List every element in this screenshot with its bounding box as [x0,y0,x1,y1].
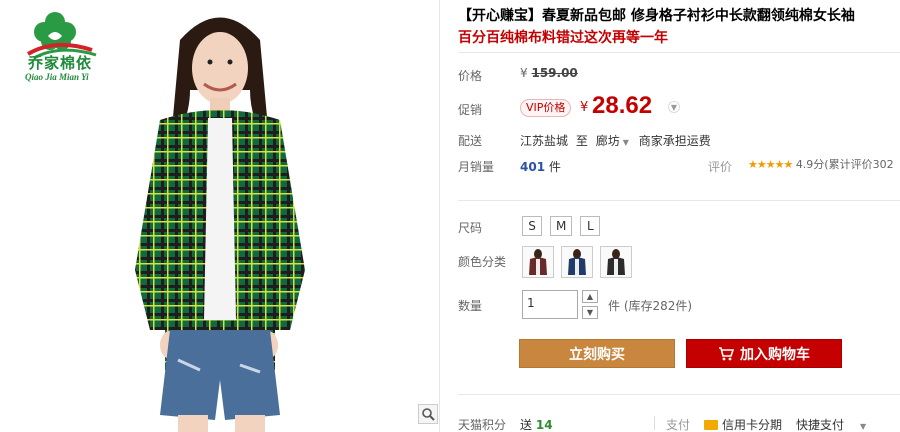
product-photo [135,17,305,432]
points-info: 送 14 [520,416,553,432]
original-price-value: 159.00 [531,66,578,80]
ship-from: 江苏盐城 [520,134,569,148]
ship-to-select[interactable]: 廊坊 [596,134,620,148]
product-subtitle: 百分百纯棉布料错过这次再等一年 [458,30,668,46]
sales-count: 401 [520,160,546,174]
points-value: 14 [535,418,553,432]
rating-summary[interactable]: ★★★★★ 4.9分(累计评价302 [748,156,894,172]
pay-card-label: 信用卡分期 [722,418,783,432]
divider [458,200,900,201]
size-option-l[interactable]: L [580,216,601,236]
shirt-dark-thumbnail [529,249,547,275]
dropdown-arrow-icon[interactable]: ▼ [860,422,866,431]
add-to-cart-button[interactable]: 加入购物车 [686,339,842,368]
price-label: 价格 [458,69,483,83]
zoom-button[interactable] [418,404,438,424]
brand-name-cn: 乔家棉依 [28,54,93,72]
product-gallery: 乔家棉依 Qiao Jia Mian Yi [0,0,440,432]
pay-label: 支付 [666,418,691,432]
points-label: 天猫积分 [458,418,507,432]
cart-icon [719,346,734,360]
quantity-input[interactable]: 1 [522,290,578,319]
quantity-decrease-button[interactable]: ▼ [582,306,598,319]
shirt-black-thumbnail [607,249,625,275]
sales-unit: 件 [548,160,561,174]
magnifier-icon [422,408,435,421]
sales-label: 月销量 [458,160,495,174]
quick-pay-dropdown[interactable]: 快捷支付 ▼ [796,416,866,432]
stock-text: 件 (库存282件) [608,299,693,313]
original-price: ¥ 159.00 [520,66,578,80]
color-option-3[interactable] [600,246,632,278]
credit-card-icon [704,419,718,430]
color-option-1[interactable] [522,246,554,278]
shipping-label: 配送 [458,134,483,148]
shipping-info: 江苏盐城 至 廊坊 ▼ 商家承担运费 [520,132,711,149]
currency-symbol: ¥ [520,66,528,80]
color-options [522,246,632,278]
product-info-panel: 【开心赚宝】春夏新品包邮 修身格子衬衫中长款翻领纯棉女长袖 百分百纯棉布料错过这… [458,0,900,432]
credit-card-installment[interactable]: 信用卡分期 [704,416,782,432]
ship-to-word: 至 [575,134,588,148]
points-prefix: 送 [520,418,533,432]
rating-label: 评价 [708,160,733,174]
quantity-label: 数量 [458,299,483,313]
add-to-cart-label: 加入购物车 [740,346,810,363]
color-category-label: 颜色分类 [458,255,507,269]
divider [654,416,655,430]
size-option-m[interactable]: M [550,216,573,236]
promo-price-value: 28.62 [592,92,653,119]
shirt-blue-thumbnail [568,249,586,275]
promo-currency-symbol: ¥ [580,100,589,115]
promo-label: 促销 [458,103,483,117]
vip-price-badge: VIP价格 [520,99,572,117]
product-title: 【开心赚宝】春夏新品包邮 修身格子衬衫中长款翻领纯棉女长袖 [458,8,855,24]
quantity-increase-button[interactable]: ▲ [582,290,598,303]
size-option-s[interactable]: S [522,216,542,236]
size-options: S M L [522,216,601,236]
rating-text: 4.9分(累计评价302 [795,158,894,171]
divider [458,52,900,53]
pay-quick-label: 快捷支付 [796,418,845,432]
monthly-sales: 401 件 [520,158,561,175]
star-rating-icon: ★★★★★ [748,158,793,171]
size-label: 尺码 [458,221,483,235]
divider [458,394,900,395]
buy-now-button[interactable]: 立刻购买 [519,339,675,368]
chevron-down-icon[interactable]: ▼ [668,101,680,113]
dropdown-arrow-icon[interactable]: ▼ [623,138,629,147]
color-option-2[interactable] [561,246,593,278]
brand-name-en: Qiao Jia Mian Yi [25,72,89,82]
ship-fee-text: 商家承担运费 [638,134,711,148]
